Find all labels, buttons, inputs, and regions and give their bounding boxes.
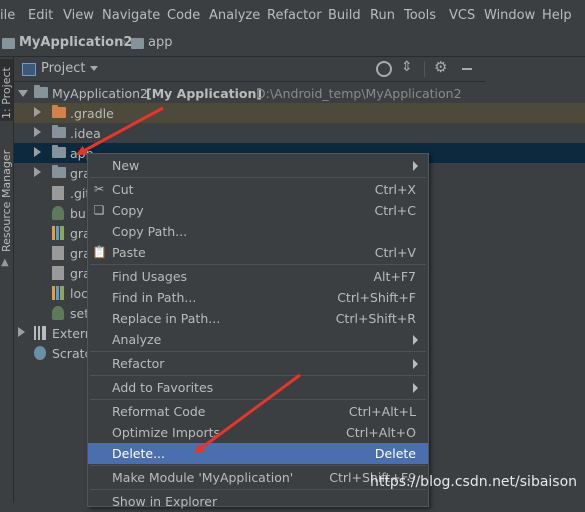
- annotation-overlay: [76, 106, 301, 454]
- red-arrow-to-delete: [194, 373, 301, 454]
- watermark-text: https://blog.csdn.net/sibaison: [370, 474, 578, 490]
- red-arrow-to-app: [76, 106, 164, 156]
